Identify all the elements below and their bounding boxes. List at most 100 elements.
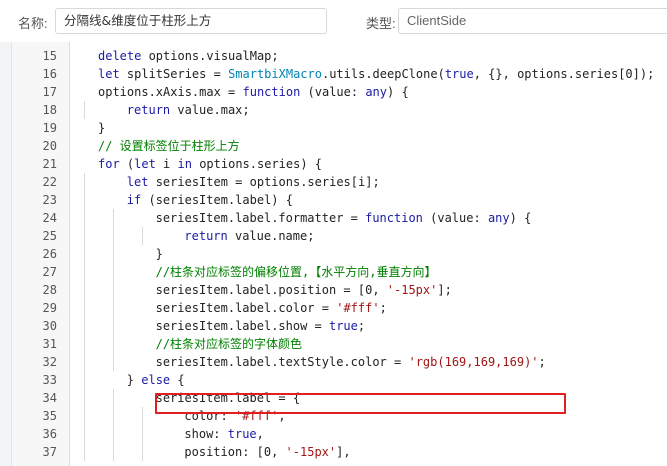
code-token: i bbox=[155, 157, 178, 171]
code-token: delete bbox=[98, 49, 142, 63]
code-text: seriesItem.label.position = [0, '-15px']… bbox=[156, 281, 452, 299]
indent-guide bbox=[112, 407, 114, 425]
line-number: 15 bbox=[42, 49, 57, 63]
code-token: } bbox=[126, 373, 142, 387]
code-token: position: [0, bbox=[184, 445, 286, 459]
code-token: '#fff' bbox=[336, 301, 380, 315]
indent-guide bbox=[112, 425, 114, 443]
indent-guide bbox=[84, 209, 85, 227]
indent-guide bbox=[112, 299, 114, 317]
code-token: ; bbox=[379, 301, 387, 315]
indent-guide bbox=[84, 101, 85, 119]
code-token: let bbox=[98, 67, 120, 81]
line-number: 27 bbox=[42, 265, 57, 279]
code-token: options.visualMap; bbox=[141, 49, 279, 63]
code-token: true bbox=[444, 67, 474, 81]
code-token: if bbox=[126, 193, 142, 207]
code-token: value.name; bbox=[227, 229, 315, 243]
indent-guide bbox=[84, 245, 85, 263]
indent-guide bbox=[84, 353, 85, 371]
indent-guide bbox=[141, 425, 143, 443]
code-token: ; bbox=[538, 355, 546, 369]
indent-guide bbox=[112, 227, 114, 245]
code-text: seriesItem.label.color = '#fff'; bbox=[156, 299, 387, 317]
code-editor[interactable]: 15 delete options.visualMap; 16 let splitSe… bbox=[11, 42, 667, 466]
code-token: true bbox=[328, 319, 358, 333]
code-line: 28 seriesItem.label.position = [0, '-15px… bbox=[12, 281, 667, 299]
indent-guide bbox=[84, 335, 85, 353]
line-number: 22 bbox=[42, 175, 57, 189]
code-token: // 设置标签位于柱形上方 bbox=[98, 139, 240, 153]
line-number: 23 bbox=[42, 193, 57, 207]
code-token: { bbox=[170, 373, 185, 387]
code-line: 22 let seriesItem = options.series[i]; bbox=[12, 173, 667, 191]
indent-guide bbox=[84, 371, 85, 389]
line-number: 26 bbox=[42, 247, 57, 261]
code-token: ]; bbox=[437, 283, 452, 297]
line-number: 36 bbox=[42, 427, 57, 441]
code-line: 16 let splitSeries = SmartbiXMacro.utils.… bbox=[12, 65, 667, 83]
code-token: '-15px' bbox=[285, 445, 337, 459]
name-input[interactable]: 分隔线&维度位于柱形上方 bbox=[55, 8, 327, 34]
indent-guide bbox=[112, 263, 114, 281]
line-number: 19 bbox=[42, 121, 57, 135]
code-line: 15 delete options.visualMap; bbox=[12, 47, 667, 65]
code-line: 31 //柱条对应标签的字体颜色 bbox=[12, 335, 667, 353]
code-token: seriesItem.label.position = [0, bbox=[155, 283, 387, 297]
code-text: } bbox=[156, 245, 163, 263]
code-token: //柱条对应标签的字体颜色 bbox=[155, 337, 303, 351]
code-line: 26} bbox=[12, 245, 667, 263]
code-line: 19} bbox=[12, 119, 667, 137]
code-line: 18 return value.max; bbox=[12, 101, 667, 119]
code-line: 17 options.xAxis.max = function (value: a… bbox=[12, 83, 667, 101]
code-text: //柱条对应标签的偏移位置,【水平方向,垂直方向】 bbox=[156, 263, 437, 281]
code-token: function bbox=[242, 85, 301, 99]
line-number: 16 bbox=[42, 67, 57, 81]
code-token: '-15px' bbox=[386, 283, 438, 297]
script-header-bar: 名称: 分隔线&维度位于柱形上方 类型: ClientSide bbox=[0, 0, 667, 42]
line-number: 32 bbox=[42, 355, 57, 369]
indent-guide bbox=[84, 407, 85, 425]
indent-guide bbox=[112, 443, 114, 461]
code-token: (seriesItem.label) { bbox=[141, 193, 293, 207]
type-input[interactable]: ClientSide bbox=[398, 8, 667, 34]
code-token: seriesItem = options.series[i]; bbox=[148, 175, 380, 189]
indent-guide bbox=[112, 245, 114, 263]
code-token: any bbox=[365, 85, 388, 99]
code-token: } bbox=[98, 121, 106, 135]
code-line: 25 return value.name; bbox=[12, 227, 667, 245]
indent-guide bbox=[141, 443, 143, 461]
indent-guide bbox=[112, 335, 114, 353]
code-line: 33} else { bbox=[12, 371, 667, 389]
line-number: 17 bbox=[42, 85, 57, 99]
code-token: (value: bbox=[300, 85, 366, 99]
code-token: , bbox=[256, 427, 264, 441]
code-token: //柱条对应标签的偏移位置,【水平方向,垂直方向】 bbox=[155, 265, 437, 279]
indent-guide bbox=[84, 425, 85, 443]
code-text: let seriesItem = options.series[i]; bbox=[127, 173, 380, 191]
code-token: true bbox=[227, 427, 257, 441]
code-text: return value.name; bbox=[184, 227, 314, 245]
code-line: 27 //柱条对应标签的偏移位置,【水平方向,垂直方向】 bbox=[12, 263, 667, 281]
code-token: 'rgb(169,169,169)' bbox=[408, 355, 539, 369]
code-text: seriesItem.label.show = true; bbox=[156, 317, 366, 335]
code-line: 23 if (seriesItem.label) { bbox=[12, 191, 667, 209]
code-token: ; bbox=[357, 319, 366, 333]
code-token: else bbox=[141, 373, 171, 387]
indent-guide bbox=[84, 227, 85, 245]
line-number: 28 bbox=[42, 283, 57, 297]
indent-guide bbox=[84, 299, 85, 317]
indent-guide bbox=[112, 281, 114, 299]
left-panel-edge bbox=[0, 42, 11, 466]
line-number: 29 bbox=[42, 301, 57, 315]
code-token: seriesItem.label.textStyle.color = bbox=[155, 355, 409, 369]
indent-guide bbox=[112, 317, 114, 335]
code-token: let bbox=[134, 157, 156, 171]
code-token: ( bbox=[119, 157, 135, 171]
code-token: options.xAxis.max = bbox=[98, 85, 243, 99]
indent-guide bbox=[112, 389, 114, 407]
line-number: 25 bbox=[42, 229, 57, 243]
code-text: //柱条对应标签的字体颜色 bbox=[156, 335, 302, 353]
code-text: seriesItem.label.formatter = function (v… bbox=[156, 209, 532, 227]
indent-guide bbox=[84, 281, 85, 299]
